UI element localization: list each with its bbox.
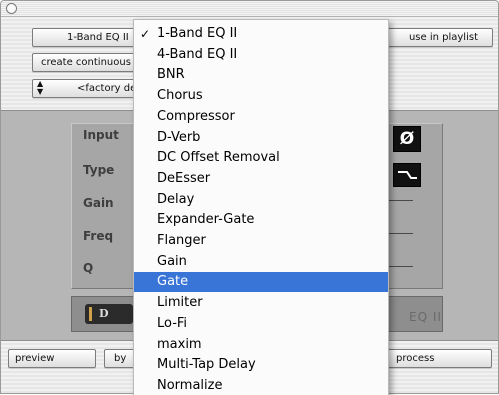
menu-item-label: maxim xyxy=(157,336,202,352)
menu-item[interactable]: Flanger xyxy=(134,231,388,251)
menu-item[interactable]: Chorus xyxy=(134,86,388,106)
preview-label: preview xyxy=(15,353,55,364)
menu-item[interactable]: Normalize xyxy=(134,376,388,395)
menu-item[interactable]: Limiter xyxy=(134,293,388,313)
menu-item-label: Multi-Tap Delay xyxy=(157,357,256,373)
menu-item-label: DC Offset Removal xyxy=(157,150,280,166)
freq-label: Freq xyxy=(83,229,114,243)
menu-item[interactable]: Compressor xyxy=(134,107,388,127)
gain-label: Gain xyxy=(83,196,114,210)
menu-item[interactable]: DC Offset Removal xyxy=(134,148,388,168)
menu-item[interactable]: Gain xyxy=(134,252,388,272)
menu-item-label: Compressor xyxy=(157,108,235,124)
updown-arrows-icon: ▲ ▼ xyxy=(37,79,44,96)
plugin-popup-menu[interactable]: ✓ 1-Band EQ II 4-Band EQ II BNR Chorus Compre… xyxy=(133,19,389,395)
menu-item[interactable]: Delay xyxy=(134,190,388,210)
menu-item[interactable]: Multi-Tap Delay xyxy=(134,355,388,375)
menu-item-label: BNR xyxy=(157,67,185,83)
menu-item[interactable]: Expander-Gate xyxy=(134,210,388,230)
menu-item-label: D-Verb xyxy=(157,129,201,145)
menu-item[interactable]: Lo-Fi xyxy=(134,314,388,334)
menu-item-label: Expander-Gate xyxy=(157,212,255,228)
menu-item[interactable]: BNR xyxy=(134,65,388,85)
menu-item-label: Chorus xyxy=(157,88,203,104)
process-label: process xyxy=(396,353,435,364)
menu-item-label: Gate xyxy=(157,274,189,290)
menu-item[interactable]: DeEsser xyxy=(134,169,388,189)
menu-item[interactable]: 4-Band EQ II xyxy=(134,45,388,65)
freq-slider[interactable] xyxy=(387,233,413,234)
bypass-label: by xyxy=(114,353,127,364)
menu-item-label: Gain xyxy=(157,253,187,269)
low-shelf-icon xyxy=(398,171,417,179)
digidesign-badge: D xyxy=(85,304,133,324)
q-slider[interactable] xyxy=(387,266,413,267)
title-bar[interactable] xyxy=(1,1,498,17)
type-label: Type xyxy=(83,163,115,177)
menu-item[interactable]: Gate xyxy=(134,272,388,293)
q-label: Q xyxy=(83,261,94,275)
menu-item-label: Flanger xyxy=(157,233,206,248)
filter-type-button[interactable] xyxy=(393,163,421,187)
menu-item-label: Normalize xyxy=(157,377,223,393)
menu-item[interactable]: D-Verb xyxy=(134,128,388,148)
use-in-playlist-label: use in playlist xyxy=(408,32,478,43)
menu-item[interactable]: ✓ 1-Band EQ II xyxy=(134,24,388,44)
menu-item-label: Delay xyxy=(157,191,195,207)
plugin-name-faded: EQ II xyxy=(409,310,442,324)
input-label: Input xyxy=(83,128,119,142)
menu-item-label: 1-Band EQ II xyxy=(157,26,238,41)
gain-slider[interactable] xyxy=(387,200,413,201)
menu-item-label: 4-Band EQ II xyxy=(157,46,238,62)
plugin-selector-label: 1-Band EQ II xyxy=(67,32,129,43)
checkmark-icon: ✓ xyxy=(140,27,151,41)
menu-item-label: Lo-Fi xyxy=(157,315,188,331)
badge-bar-icon xyxy=(89,307,92,321)
close-icon[interactable] xyxy=(6,3,17,14)
menu-item-label: DeEsser xyxy=(157,170,211,186)
phase-invert-button[interactable]: Ø xyxy=(393,126,421,152)
menu-item-label: Limiter xyxy=(157,295,203,311)
badge-text: D xyxy=(99,307,109,320)
preview-button[interactable]: preview xyxy=(8,349,96,368)
menu-item[interactable]: maxim xyxy=(134,335,388,355)
